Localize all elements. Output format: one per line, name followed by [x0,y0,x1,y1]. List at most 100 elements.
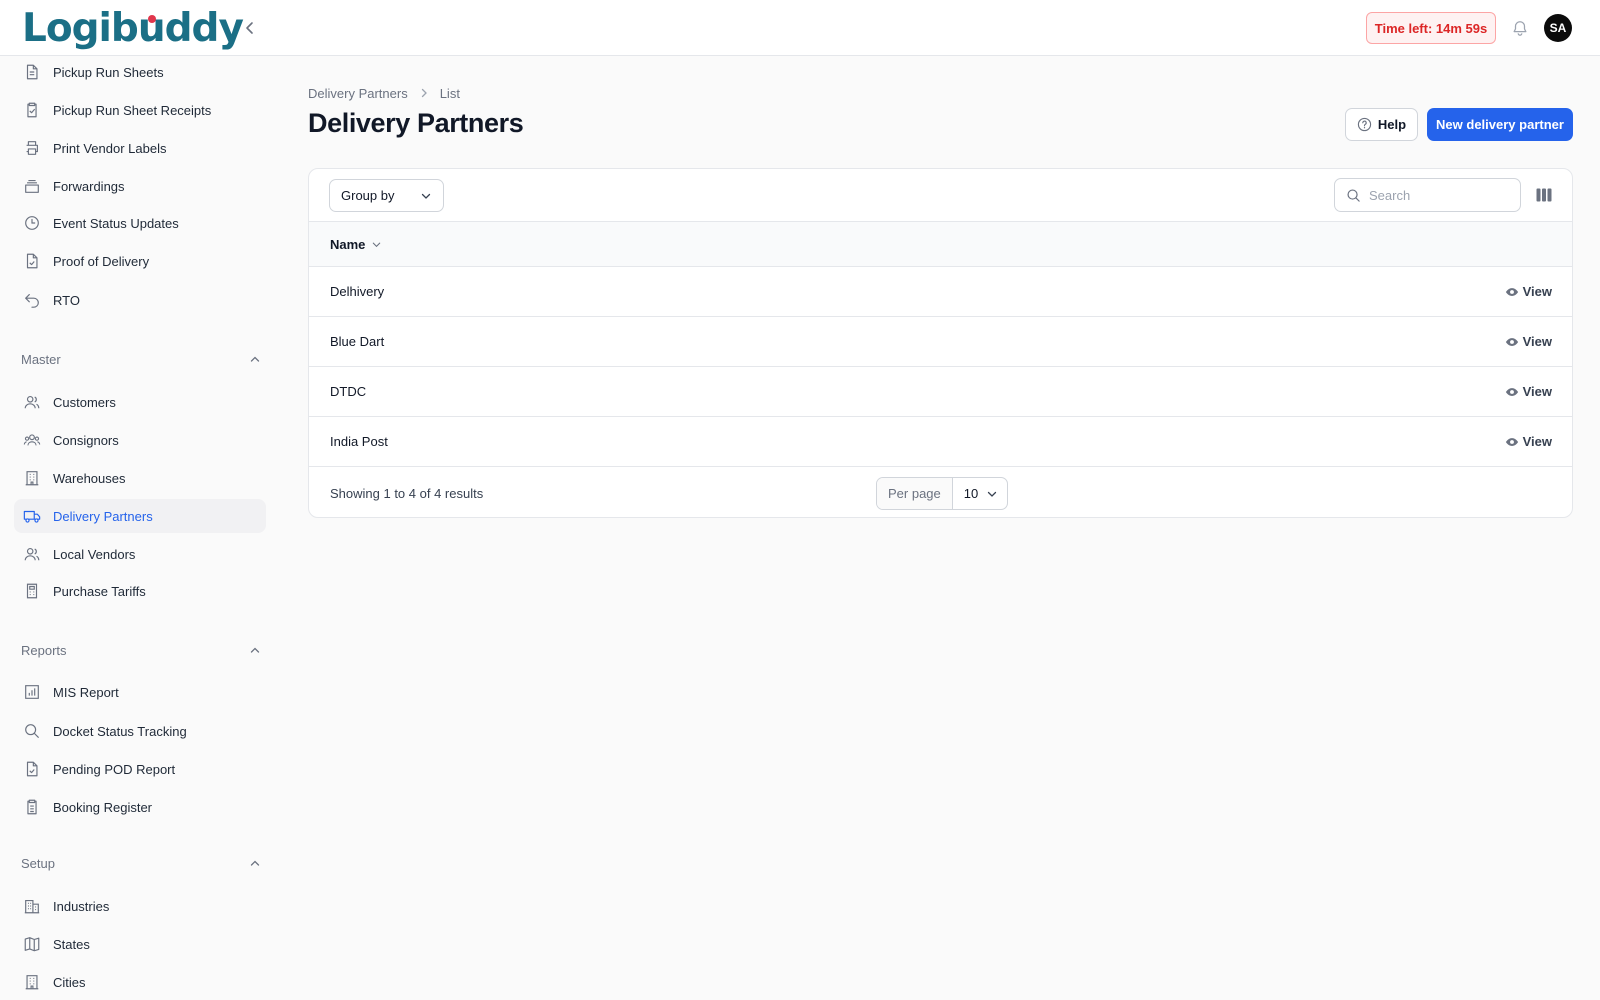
row-name: India Post [330,434,388,449]
columns-icon [1536,188,1552,202]
sidebar-item-event-status-updates[interactable]: Event Status Updates [14,206,266,240]
view-button[interactable]: View [1505,334,1552,349]
eye-icon [1505,287,1518,296]
sidebar-item-pickup-run-sheets[interactable]: Pickup Run Sheets [14,56,266,89]
row-name: Delhivery [330,284,385,299]
session-timer-badge: Time left: 14m 59s [1366,12,1496,44]
per-page-control: Per page 10 [876,477,1008,510]
new-delivery-partner-button[interactable]: New delivery partner [1427,108,1573,141]
sidebar-item-label: Pickup Run Sheet Receipts [53,102,212,118]
sidebar-item-rto[interactable]: RTO [14,283,266,317]
collapse-sidebar-button[interactable] [238,16,262,40]
group-by-select[interactable]: Group by [329,179,444,212]
breadcrumb-link-delivery-partners[interactable]: Delivery Partners [308,86,408,101]
inbox-stack-icon [22,176,42,196]
sidebar-item-forwardings[interactable]: Forwardings [14,169,266,203]
sidebar-item-label: Docket Status Tracking [53,723,187,739]
per-page-label: Per page [877,478,953,509]
sidebar-item-docket-status-tracking[interactable]: Docket Status Tracking [14,714,266,748]
document-check-icon [22,251,42,271]
sidebar-item-label: Pickup Run Sheets [53,64,164,80]
sidebar-item-proof-of-delivery[interactable]: Proof of Delivery [14,244,266,278]
table-header: Name [309,222,1572,267]
sidebar-item-cities[interactable]: Cities [14,965,266,999]
search-icon [1347,188,1360,202]
eye-icon [1505,387,1518,396]
sidebar-group-master[interactable]: Master [21,349,261,369]
sidebar-group-label: Setup [21,855,55,871]
logo[interactable]: Logibuddy [22,4,244,52]
chevron-up-icon [250,356,260,362]
view-label: View [1522,334,1552,349]
view-label: View [1522,284,1552,299]
view-button[interactable]: View [1505,434,1552,449]
view-label: View [1522,384,1552,399]
sidebar-group-label: Master [21,351,61,367]
table-toolbar: Group by [309,169,1572,222]
top-bar: Logibuddy Time left: 14m 59s SA [0,0,1600,56]
sidebar-item-pending-pod-report[interactable]: Pending POD Report [14,752,266,786]
sidebar-item-mis-report[interactable]: MIS Report [14,675,266,709]
sidebar-item-purchase-tariffs[interactable]: Purchase Tariffs [14,574,266,608]
chevron-down-icon [373,242,381,247]
table-row[interactable]: DTDC View [309,367,1572,417]
sidebar-item-pickup-run-sheet-receipts[interactable]: Pickup Run Sheet Receipts [14,93,266,127]
per-page-select[interactable]: 10 [953,478,1007,509]
sidebar: Pickup Run Sheets Pickup Run Sheet Recei… [0,56,280,1000]
column-header-name[interactable]: Name [330,237,382,252]
logo-text: Logibuddy [22,5,244,51]
avatar[interactable]: SA [1544,14,1572,42]
view-button[interactable]: View [1505,284,1552,299]
document-icon [22,62,42,82]
clipboard-list-icon [22,797,42,817]
users-icon [22,392,42,412]
sidebar-item-label: MIS Report [53,684,119,700]
search-icon [22,721,42,741]
sidebar-item-consignors[interactable]: Consignors [14,423,266,457]
logo-dot [148,15,156,23]
help-button-label: Help [1377,117,1407,132]
sidebar-item-label: Warehouses [53,470,126,486]
sidebar-item-print-vendor-labels[interactable]: Print Vendor Labels [14,131,266,165]
sidebar-item-label: Pending POD Report [53,761,176,777]
sidebar-item-label: Consignors [53,432,119,448]
sidebar-item-delivery-partners[interactable]: Delivery Partners [14,499,266,533]
sidebar-item-label: Cities [53,974,86,990]
notifications-button[interactable] [1508,16,1532,40]
return-arrow-icon [22,290,42,310]
sidebar-item-customers[interactable]: Customers [14,385,266,419]
page-title: Delivery Partners [308,108,524,138]
map-icon [22,934,42,954]
users-icon [22,544,42,564]
sidebar-item-industries[interactable]: Industries [14,889,266,923]
delivery-partners-table: Group by Name Delhivery View Blue Dart V… [308,168,1573,518]
sidebar-item-label: Proof of Delivery [53,253,150,269]
building-icon [22,468,42,488]
sidebar-item-booking-register[interactable]: Booking Register [14,790,266,824]
user-group-icon [22,430,42,450]
table-row[interactable]: Blue Dart View [309,317,1572,367]
clock-icon [22,213,42,233]
search-input[interactable] [1369,187,1509,203]
table-row[interactable]: India Post View [309,417,1572,467]
sidebar-item-states[interactable]: States [14,927,266,961]
sidebar-item-label: Customers [53,394,116,410]
bar-chart-icon [22,682,42,702]
help-button[interactable]: Help [1345,108,1418,141]
table-row[interactable]: Delhivery View [309,267,1572,317]
table-footer: Showing 1 to 4 of 4 results Per page 10 [309,467,1572,517]
sidebar-item-label: Print Vendor Labels [53,140,167,156]
sidebar-item-local-vendors[interactable]: Local Vendors [14,537,266,571]
document-check-icon [22,759,42,779]
sidebar-item-warehouses[interactable]: Warehouses [14,461,266,495]
chevron-down-icon [987,491,996,497]
truck-icon [22,506,42,526]
search-box [1334,178,1521,212]
toggle-columns-button[interactable] [1534,185,1554,205]
sidebar-item-label: Local Vendors [53,546,136,562]
sidebar-item-label: States [53,936,90,952]
sidebar-item-label: Forwardings [53,178,125,194]
view-button[interactable]: View [1505,384,1552,399]
sidebar-group-setup[interactable]: Setup [21,853,261,873]
sidebar-group-reports[interactable]: Reports [21,640,261,660]
